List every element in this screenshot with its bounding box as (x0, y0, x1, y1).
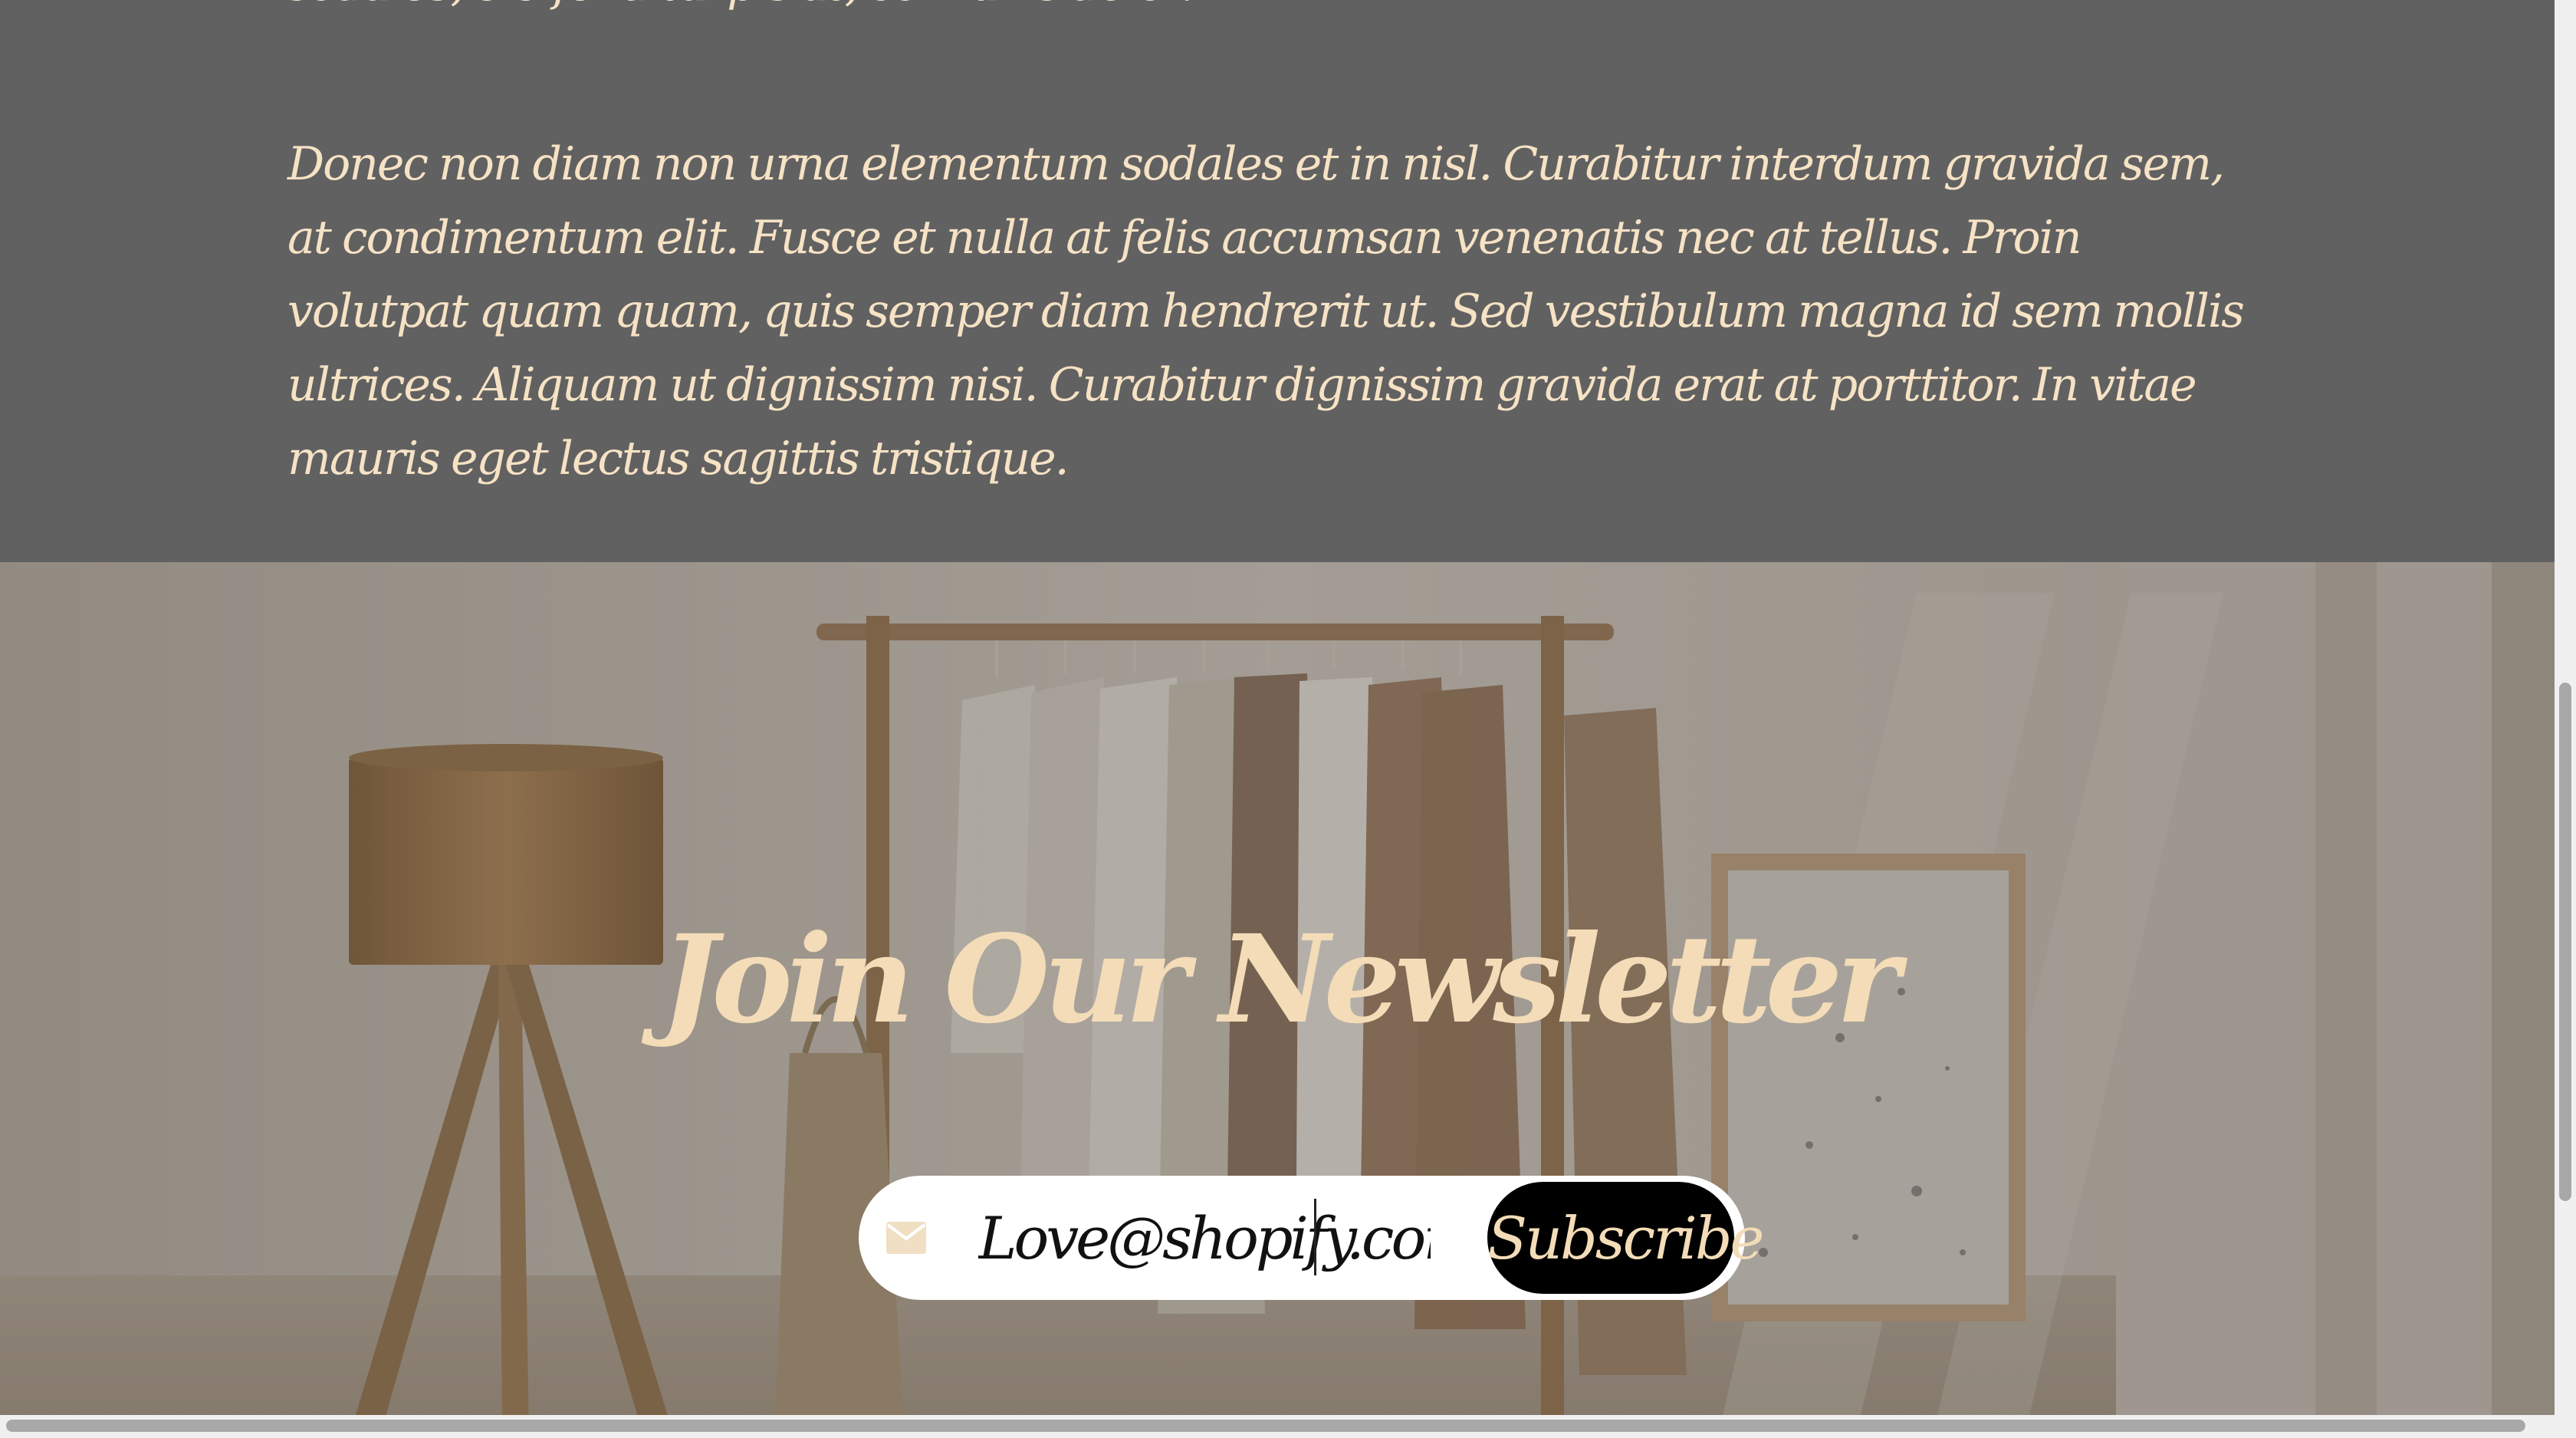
email-input[interactable] (978, 1191, 1431, 1285)
content-section: sodales, eleifend turpis at, convallis d… (0, 0, 2555, 562)
subscribe-button[interactable]: Subscribe (1487, 1182, 1765, 1294)
newsletter-section: Join Our Newsletter Subscribe (0, 562, 2555, 1438)
envelope-icon (885, 1216, 928, 1260)
paragraph-main: Donec non diam non urna elementum sodale… (288, 137, 2245, 485)
paragraph-top: sodales, eleifend turpis at, convallis d… (288, 0, 2250, 21)
text-cursor (1314, 1199, 1316, 1275)
page: sodales, eleifend turpis at, convallis d… (0, 0, 2576, 1438)
horizontal-scrollbar-thumb[interactable] (6, 1420, 2525, 1432)
vertical-scrollbar-thumb[interactable] (2559, 683, 2571, 1201)
horizontal-scrollbar[interactable] (0, 1415, 2555, 1438)
vertical-scrollbar[interactable] (2555, 0, 2576, 1438)
newsletter-title: Join Our Newsletter (660, 909, 1901, 1051)
newsletter-form: Subscribe (859, 1176, 1765, 1300)
